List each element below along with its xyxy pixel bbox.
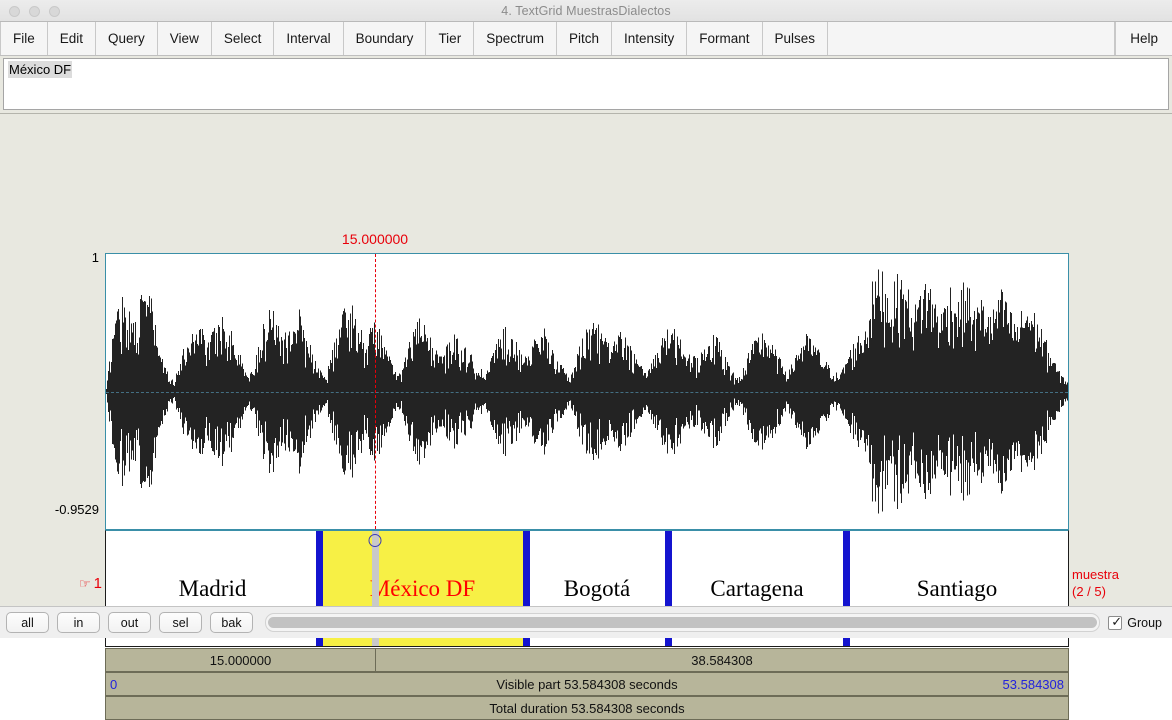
menu-bar: File Edit Query View Select Interval Bou…	[0, 22, 1172, 56]
editor-canvas: 15.000000 1 -0.9529 ☞ 1 muestra (2 / 5) M…	[0, 113, 1172, 720]
waveform-panel[interactable]	[105, 253, 1069, 530]
total-duration-bar[interactable]: Total duration 53.584308 seconds	[105, 696, 1069, 720]
cursor-handle-icon[interactable]	[368, 534, 382, 547]
tier-selector[interactable]: ☞ 1	[58, 575, 102, 592]
total-duration-text: Total duration 53.584308 seconds	[489, 700, 685, 716]
waveform-zero-line	[106, 391, 1068, 393]
menu-item-pitch[interactable]: Pitch	[556, 22, 612, 55]
selection-times-bar[interactable]: 15.000000 38.584308	[105, 648, 1069, 672]
tier-name-label: muestra (2 / 5)	[1072, 566, 1119, 600]
visible-part-start-time: 0	[110, 676, 118, 692]
visible-part-text: Visible part 53.584308 seconds	[496, 676, 678, 692]
selection-end-time: 38.584308	[691, 652, 753, 668]
menu-item-edit[interactable]: Edit	[47, 22, 97, 55]
menu-item-intensity[interactable]: Intensity	[611, 22, 688, 55]
tier-interval-label: Bogotá	[563, 575, 631, 601]
selection-start-time: 15.000000	[209, 652, 272, 668]
menu-bar-spacer	[828, 22, 1116, 55]
tier-interval-label: México DF	[369, 575, 476, 601]
horizontal-scrollbar[interactable]	[265, 613, 1101, 632]
praat-textgrid-window: 4. TextGrid MuestrasDialectos File Edit …	[0, 0, 1172, 720]
menu-item-help[interactable]: Help	[1115, 22, 1172, 55]
group-toggle[interactable]: ✓ Group	[1108, 613, 1162, 630]
tier-interval-label: Cartagena	[710, 575, 804, 601]
menu-item-tier[interactable]: Tier	[426, 22, 475, 55]
window-title: 4. TextGrid MuestrasDialectos	[501, 4, 671, 18]
menu-item-spectrum[interactable]: Spectrum	[474, 22, 557, 55]
menu-item-query[interactable]: Query	[96, 22, 158, 55]
zoom-in-button[interactable]: in	[57, 612, 100, 633]
zoom-sel-button[interactable]: sel	[159, 612, 202, 633]
menu-item-pulses[interactable]: Pulses	[762, 22, 829, 55]
visible-part-end-time: 53.584308	[1002, 676, 1064, 692]
bottom-toolbar: all in out sel bak ✓ Group	[0, 606, 1172, 638]
menu-item-select[interactable]: Select	[211, 22, 275, 55]
waveform-cursor-line	[375, 254, 376, 529]
group-checkbox-label: Group	[1127, 615, 1162, 630]
tier-interval-label: Santiago	[916, 575, 998, 601]
interval-text-input[interactable]: México DF	[3, 58, 1169, 110]
tier-number-label: 1	[93, 575, 102, 592]
hand-pointer-icon: ☞	[79, 576, 91, 591]
zoom-all-button[interactable]: all	[6, 612, 49, 633]
waveform-y-min-label: -0.9529	[54, 502, 99, 517]
interval-text-value: México DF	[8, 61, 73, 78]
checkmark-icon: ✓	[1111, 613, 1123, 629]
group-checkbox[interactable]: ✓	[1108, 613, 1123, 630]
window-titlebar: 4. TextGrid MuestrasDialectos	[0, 0, 1172, 22]
menu-item-boundary[interactable]: Boundary	[343, 22, 427, 55]
menu-item-file[interactable]: File	[0, 22, 48, 55]
tier-interval-label: Madrid	[178, 575, 247, 601]
tier-name-line-1: muestra	[1072, 567, 1119, 582]
interval-text-field-container: México DF	[0, 56, 1172, 113]
waveform-y-max-label: 1	[91, 250, 99, 265]
menu-item-formant[interactable]: Formant	[687, 22, 763, 55]
zoom-out-button[interactable]: out	[108, 612, 151, 633]
visible-part-bar[interactable]: 0 Visible part 53.584308 seconds 53.5843…	[105, 672, 1069, 696]
tier-name-line-2: (2 / 5)	[1072, 584, 1106, 599]
menu-item-interval[interactable]: Interval	[274, 22, 344, 55]
cursor-time-label: 15.000000	[341, 231, 409, 247]
zoom-bak-button[interactable]: bak	[210, 612, 253, 633]
horizontal-scrollbar-thumb[interactable]	[268, 617, 1098, 628]
menu-item-view[interactable]: View	[157, 22, 212, 55]
